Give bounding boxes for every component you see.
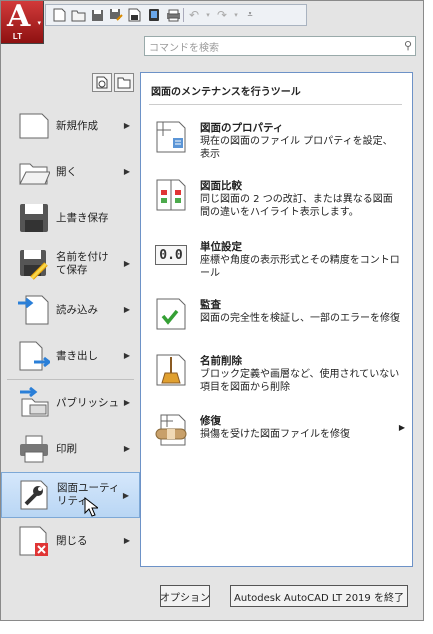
export-icon xyxy=(18,340,50,372)
application-menu-window: A LT ▾ ↶ ▾ ↷ ▾ ⩡ コマンドを検索 ⚲ 新規作成 ▶ 開く ▶ 上… xyxy=(0,0,424,621)
panel-item-purge[interactable]: 名前削除 ブロック定義や画層など、使用されていない項目を図面から削除 xyxy=(155,353,410,395)
chevron-right-icon: ▶ xyxy=(123,351,130,360)
units-icon-label: 0.0 xyxy=(159,247,183,263)
panel-item-description: 図面の完全性を検証し、一部のエラーを修復 xyxy=(200,313,400,324)
menu-item-close[interactable]: 閉じる ▶ xyxy=(1,518,140,564)
search-icon[interactable]: ⚲ xyxy=(404,39,412,52)
chevron-right-icon: ▶ xyxy=(123,305,130,314)
folder-open-icon xyxy=(18,156,50,188)
menu-item-label: 閉じる xyxy=(56,534,88,547)
recent-open-toggle xyxy=(92,73,134,92)
close-document-icon xyxy=(18,525,50,557)
undo-icon[interactable]: ↶ xyxy=(185,7,203,23)
chevron-right-icon: ▶ xyxy=(122,491,129,500)
menu-item-label: パブリッシュ xyxy=(56,396,119,409)
panel-item-description: 同じ図面の 2 つの改訂、または異なる図面間の違いをハイライト表示します。 xyxy=(200,194,393,218)
menu-item-label: 読み込み xyxy=(56,303,98,316)
recover-bandage-icon xyxy=(155,413,187,447)
application-button[interactable]: A LT ▾ xyxy=(1,1,44,44)
menu-item-label: 書き出し xyxy=(56,349,98,362)
drawing-compare-icon xyxy=(155,178,187,212)
menu-item-drawing-utilities[interactable]: 図面ユーティ リティ ▶ xyxy=(1,472,140,518)
menu-item-open[interactable]: 開く ▶ xyxy=(1,149,140,195)
chevron-right-icon: ▶ xyxy=(123,398,130,407)
exit-autocad-button[interactable]: Autodesk AutoCAD LT 2019 を終了 xyxy=(230,585,408,607)
panel-item-audit[interactable]: 監査 図面の完全性を検証し、一部のエラーを修復 xyxy=(155,297,410,335)
printer-icon xyxy=(18,433,50,465)
menu-item-new[interactable]: 新規作成 ▶ xyxy=(1,103,140,149)
wrench-document-icon xyxy=(19,479,51,511)
chevron-right-icon: ▶ xyxy=(123,444,130,453)
save-as-icon[interactable] xyxy=(107,7,125,23)
panel-item-title: 図面のプロパティ xyxy=(200,122,284,134)
panel-item-drawing-compare[interactable]: 図面比較 同じ図面の 2 つの改訂、または異なる図面間の違いをハイライト表示しま… xyxy=(155,178,410,220)
panel-item-recover[interactable]: 修復 損傷を受けた図面ファイルを修復 ▶ xyxy=(155,413,410,451)
save-icon[interactable] xyxy=(88,7,106,23)
search-placeholder: コマンドを検索 xyxy=(149,42,219,54)
autocad-logo-letter: A xyxy=(7,0,31,34)
import-icon xyxy=(18,294,50,326)
units-icon: 0.0 xyxy=(155,245,187,265)
panel-item-drawing-properties[interactable]: 図面のプロパティ 現在の図面のファイル プロパティを設定、表示 xyxy=(155,120,410,160)
menu-item-label: 新規作成 xyxy=(56,119,98,132)
quick-access-toolbar: ↶ ▾ ↷ ▾ ⩡ xyxy=(45,4,307,26)
menu-item-save-as[interactable]: 名前を付け て保存 ▶ xyxy=(1,241,140,287)
new-document-icon xyxy=(18,110,50,142)
options-button[interactable]: オプション xyxy=(160,585,210,607)
open-icon[interactable] xyxy=(69,7,87,23)
plot-icon[interactable] xyxy=(164,7,182,23)
save-icon xyxy=(18,202,50,234)
panel-item-title: 図面比較 xyxy=(200,180,242,192)
share-icon[interactable] xyxy=(145,7,163,23)
product-badge: LT xyxy=(12,32,23,41)
chevron-right-icon: ▶ xyxy=(123,167,130,176)
panel-item-description: 座標や角度の表示形式とその精度をコントロール xyxy=(200,255,400,279)
menu-item-print[interactable]: 印刷 ▶ xyxy=(1,426,140,472)
menu-item-publish[interactable]: パブリッシュ ▶ xyxy=(1,380,140,426)
toolbar-separator xyxy=(183,8,184,22)
publish-icon xyxy=(18,387,50,419)
chevron-down-icon[interactable]: ▾ xyxy=(232,7,240,23)
panel-item-description: 現在の図面のファイル プロパティを設定、表示 xyxy=(200,136,393,160)
mouse-cursor-icon xyxy=(84,497,98,517)
menu-item-label: 印刷 xyxy=(56,442,77,455)
panel-item-title: 監査 xyxy=(200,299,221,311)
chevron-down-icon[interactable]: ▾ xyxy=(204,7,212,23)
redo-icon[interactable]: ↷ xyxy=(213,7,231,23)
panel-item-title: 修復 xyxy=(200,415,221,427)
panel-item-title: 単位設定 xyxy=(200,241,242,253)
drawing-utilities-panel: 図面のメンテナンスを行うツール 図面のプロパティ 現在の図面のファイル プロパテ… xyxy=(140,72,413,567)
customize-icon[interactable]: ⩡ xyxy=(241,7,259,23)
chevron-right-icon: ▶ xyxy=(123,536,130,545)
chevron-right-icon: ▶ xyxy=(123,259,130,268)
publish-icon[interactable] xyxy=(126,7,144,23)
application-menu-list: 新規作成 ▶ 開く ▶ 上書き保存 名前を付け て保存 ▶ 読み込み ▶ 書き出… xyxy=(1,103,140,564)
panel-title: 図面のメンテナンスを行うツール xyxy=(151,87,301,98)
menu-item-label: 名前を付け て保存 xyxy=(56,251,109,276)
chevron-right-icon: ▶ xyxy=(123,121,130,130)
menu-item-label: 上書き保存 xyxy=(56,211,109,224)
menu-item-save[interactable]: 上書き保存 xyxy=(1,195,140,241)
chevron-right-icon: ▶ xyxy=(398,423,405,432)
recent-documents-icon[interactable] xyxy=(92,73,112,92)
open-documents-icon[interactable] xyxy=(114,73,134,92)
panel-item-description: ブロック定義や画層など、使用されていない項目を図面から削除 xyxy=(200,369,400,393)
purge-broom-icon xyxy=(155,353,187,387)
drawing-properties-icon xyxy=(155,120,187,154)
save-as-icon xyxy=(18,248,50,280)
search-input[interactable]: コマンドを検索 ⚲ xyxy=(144,36,416,56)
panel-item-units[interactable]: 0.0 単位設定 座標や角度の表示形式とその精度をコントロール xyxy=(155,239,410,279)
menu-item-export[interactable]: 書き出し ▶ xyxy=(1,333,140,379)
panel-divider xyxy=(149,104,402,105)
chevron-down-icon: ▾ xyxy=(37,19,41,27)
panel-item-description: 損傷を受けた図面ファイルを修復 xyxy=(200,429,350,440)
menu-item-label: 開く xyxy=(56,165,77,178)
panel-item-title: 名前削除 xyxy=(200,355,242,367)
audit-icon xyxy=(155,297,187,331)
new-icon[interactable] xyxy=(50,7,68,23)
menu-item-import[interactable]: 読み込み ▶ xyxy=(1,287,140,333)
